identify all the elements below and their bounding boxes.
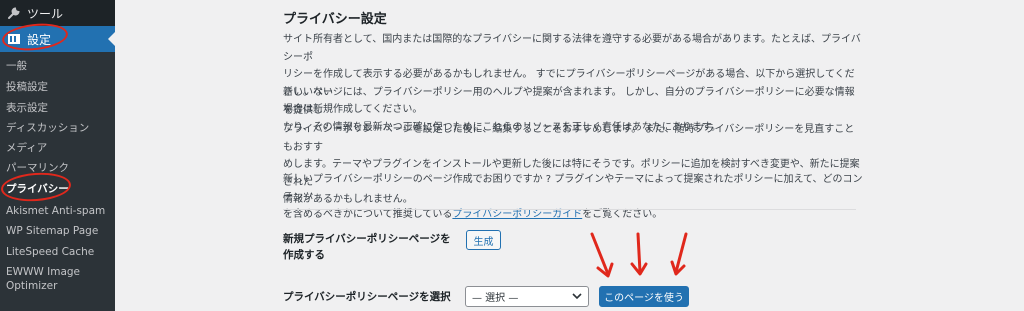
recommendation-line-1: プライバシーポリシーページを設定した後に、編集することをおすすめします。 また、… xyxy=(283,124,855,153)
help-line-1: 新しいページには、プライバシーポリシー用のヘルプや提案が含まれます。 しかし、自… xyxy=(283,87,855,116)
submenu-item-reading[interactable]: 表示設定 xyxy=(6,101,48,115)
submenu-item-akismet[interactable]: Akismet Anti-spam xyxy=(6,204,105,218)
submenu-item-writing[interactable]: 投稿設定 xyxy=(6,80,48,94)
submenu-item-wp-sitemap[interactable]: WP Sitemap Page xyxy=(6,224,98,238)
submenu-item-general[interactable]: 一般 xyxy=(6,59,27,73)
intro-line-1: サイト所有者として、国内または国際的なプライバシーに関する法律を遵守する必要があ… xyxy=(283,34,861,63)
privacy-page-select[interactable]: — 選択 — xyxy=(465,286,589,307)
guide-paragraph: 新しいプライバシーポリシーのページ作成でお困りですか ? プラグインやテーマによ… xyxy=(283,171,863,224)
arrow-2 xyxy=(636,232,642,274)
page-title: プライバシー設定 xyxy=(283,12,387,27)
submenu-item-litespeed[interactable]: LiteSpeed Cache xyxy=(6,245,94,259)
use-this-page-button[interactable]: このページを使う xyxy=(599,286,689,307)
submenu-item-ewww-line2[interactable]: Optimizer xyxy=(6,279,57,293)
create-page-label: 新規プライバシーポリシーページを 作成する xyxy=(283,231,451,263)
guide-line-2-end: をご覧ください。 xyxy=(582,209,663,220)
menu-tools[interactable]: ツール xyxy=(0,0,115,26)
annotation-arrows xyxy=(590,232,688,278)
create-page-label-line-1: 新規プライバシーポリシーページを xyxy=(283,233,451,245)
submenu-item-media[interactable]: メディア xyxy=(6,141,47,155)
privacy-guide-link[interactable]: プライバシーポリシーガイド xyxy=(452,209,582,220)
guide-line-2-text: を含めるべきかについて推奨している xyxy=(283,209,453,220)
guide-line-1: 新しいプライバシーポリシーのページ作成でお困りですか ? プラグインやテーマによ… xyxy=(283,174,863,203)
section-divider xyxy=(283,209,856,210)
submenu-item-discussion[interactable]: ディスカッション xyxy=(6,121,89,135)
create-page-button[interactable]: 生成 xyxy=(466,230,501,250)
create-page-label-line-2: 作成する xyxy=(283,249,325,261)
select-page-label: プライバシーポリシーページを選択 xyxy=(283,291,451,303)
privacy-page-select-value: — 選択 — xyxy=(472,293,519,304)
chevron-down-icon xyxy=(571,290,583,305)
submenu-item-ewww[interactable]: EWWW Image xyxy=(6,265,80,279)
wrench-icon xyxy=(6,5,22,21)
menu-tools-label: ツール xyxy=(27,6,64,21)
main-content: プライバシー設定 サイト所有者として、国内または国際的なプライバシーに関する法律… xyxy=(115,0,1024,311)
